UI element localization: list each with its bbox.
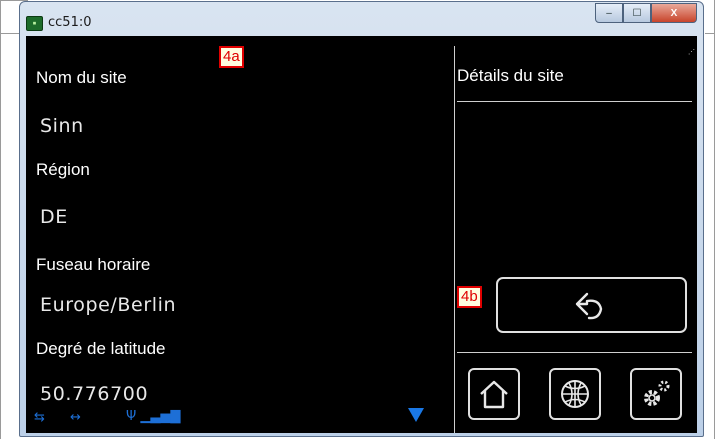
home-button[interactable]: [468, 368, 520, 420]
site-details-title: Détails du site: [457, 66, 564, 85]
status-bar: ⇆ ↔ Ψ ▁▃▅▇: [26, 404, 446, 433]
caption-buttons: – ☐ X: [595, 3, 697, 25]
field-value-timezone[interactable]: Europe/Berlin: [40, 294, 176, 316]
field-label-site-name: Nom du site: [36, 68, 127, 87]
annotation-marker-4a: 4a: [219, 46, 244, 68]
globe-button[interactable]: [549, 368, 601, 420]
corner-grip-icon: ⋰: [688, 49, 695, 56]
window-title: cc51:0: [48, 15, 92, 30]
usb-status-icon: ⇆: [34, 410, 45, 425]
outer-frame-line: [714, 0, 715, 439]
buttons-divider: [457, 352, 692, 353]
network-status-icon: ↔: [70, 410, 81, 425]
annotation-marker-4b: 4b: [457, 286, 482, 308]
field-value-latitude[interactable]: 50.776700: [40, 383, 148, 405]
outer-frame-line: [705, 33, 715, 34]
back-icon: [575, 292, 603, 320]
close-button[interactable]: X: [651, 3, 697, 23]
device-screen: Nom du site Sinn Région DE Fuseau horair…: [26, 36, 697, 433]
field-value-region[interactable]: DE: [40, 206, 68, 228]
signal-status-icon: Ψ ▁▃▅▇: [126, 409, 181, 424]
maximize-button[interactable]: ☐: [623, 3, 651, 23]
field-label-timezone: Fuseau horaire: [36, 255, 151, 274]
field-label-latitude: Degré de latitude: [36, 339, 166, 358]
field-value-site-name[interactable]: Sinn: [40, 115, 84, 137]
field-label-region: Région: [36, 160, 90, 179]
outer-frame-line: [0, 0, 1, 439]
globe-icon: [561, 380, 589, 408]
app-icon: ▪: [26, 16, 43, 31]
panel-divider: [454, 46, 455, 433]
app-window: ▪ cc51:0 – ☐ X Nom du site Sinn Région D…: [19, 1, 704, 437]
details-divider: [457, 101, 692, 102]
home-icon: [480, 380, 508, 409]
scroll-down-icon[interactable]: [408, 408, 424, 422]
back-button[interactable]: [496, 277, 687, 333]
outer-frame-line: [0, 33, 20, 34]
settings-button[interactable]: [630, 368, 682, 420]
settings-icon: [644, 380, 670, 406]
title-bar[interactable]: ▪ cc51:0 – ☐ X: [20, 2, 703, 36]
minimize-button[interactable]: –: [595, 3, 623, 23]
